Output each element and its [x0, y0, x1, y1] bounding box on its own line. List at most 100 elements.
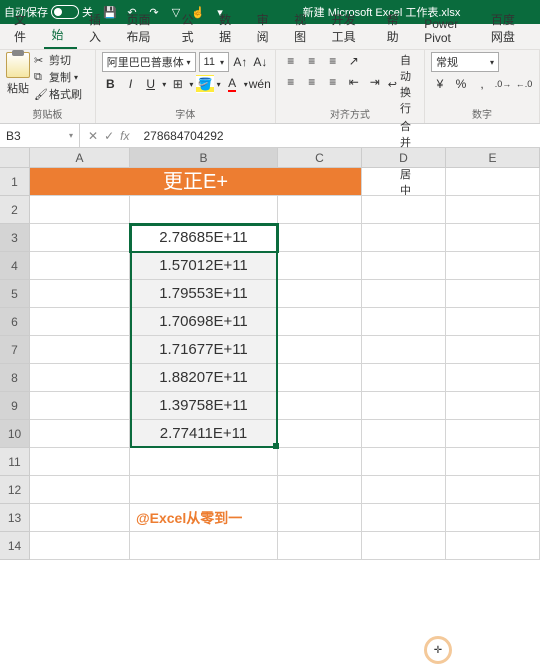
cell[interactable]: [446, 196, 540, 224]
underline-button[interactable]: U: [142, 75, 159, 93]
cell[interactable]: [362, 364, 446, 392]
col-header-d[interactable]: D: [362, 148, 446, 168]
tab-review[interactable]: 审阅: [249, 7, 283, 49]
italic-button[interactable]: I: [122, 75, 139, 93]
cell[interactable]: [446, 504, 540, 532]
row-header[interactable]: 14: [0, 532, 30, 560]
cell[interactable]: [446, 364, 540, 392]
cell[interactable]: [362, 420, 446, 448]
currency-button[interactable]: ¥: [431, 75, 449, 93]
align-center-button[interactable]: ≡: [303, 73, 321, 91]
cell[interactable]: [278, 224, 362, 252]
tab-file[interactable]: 文件: [6, 7, 40, 49]
tab-insert[interactable]: 插入: [81, 7, 115, 49]
cell[interactable]: [30, 336, 130, 364]
cell[interactable]: [278, 448, 362, 476]
cancel-icon[interactable]: ✕: [88, 129, 98, 143]
cell[interactable]: 2.77411E+11: [130, 420, 278, 448]
cell[interactable]: [446, 308, 540, 336]
cell[interactable]: [362, 532, 446, 560]
increase-font-button[interactable]: A↑: [232, 53, 249, 71]
row-header[interactable]: 11: [0, 448, 30, 476]
cell[interactable]: [278, 196, 362, 224]
col-header-e[interactable]: E: [446, 148, 540, 168]
cell[interactable]: [30, 252, 130, 280]
cell[interactable]: [30, 476, 130, 504]
cell[interactable]: [278, 420, 362, 448]
orientation-button[interactable]: ↗: [345, 52, 363, 70]
decrease-font-button[interactable]: A↓: [252, 53, 269, 71]
cut-button[interactable]: ✂剪切: [34, 52, 82, 68]
cell[interactable]: [446, 476, 540, 504]
cell[interactable]: [362, 392, 446, 420]
cell[interactable]: [362, 252, 446, 280]
tab-view[interactable]: 视图: [286, 7, 320, 49]
fill-color-button[interactable]: 🪣: [196, 75, 213, 93]
cell[interactable]: 1.71677E+11: [130, 336, 278, 364]
cell[interactable]: [278, 476, 362, 504]
phonetic-button[interactable]: wén: [251, 75, 269, 93]
cell[interactable]: [362, 196, 446, 224]
cell[interactable]: [278, 280, 362, 308]
col-header-a[interactable]: A: [30, 148, 130, 168]
increase-decimal-button[interactable]: .0→: [494, 75, 512, 93]
row-header[interactable]: 4: [0, 252, 30, 280]
row-header[interactable]: 2: [0, 196, 30, 224]
cell[interactable]: [130, 476, 278, 504]
cell[interactable]: [362, 280, 446, 308]
cell[interactable]: @Excel从零到一: [130, 504, 278, 532]
row-header[interactable]: 3: [0, 224, 30, 252]
row-header[interactable]: 12: [0, 476, 30, 504]
name-box[interactable]: B3▾: [0, 124, 80, 147]
cell[interactable]: [130, 448, 278, 476]
cell[interactable]: 1.39758E+11: [130, 392, 278, 420]
cell[interactable]: [130, 196, 278, 224]
cell[interactable]: [30, 448, 130, 476]
cell[interactable]: [446, 448, 540, 476]
number-format-combo[interactable]: 常规▾: [431, 52, 499, 72]
cell[interactable]: [362, 336, 446, 364]
select-all-corner[interactable]: [0, 148, 30, 168]
tab-data[interactable]: 数据: [211, 7, 245, 49]
cell[interactable]: [446, 532, 540, 560]
border-button[interactable]: ⊞: [169, 75, 186, 93]
cell[interactable]: [362, 168, 446, 196]
decrease-decimal-button[interactable]: ←.0: [515, 75, 533, 93]
align-right-button[interactable]: ≡: [324, 73, 342, 91]
cell[interactable]: [278, 308, 362, 336]
tab-baidu[interactable]: 百度网盘: [483, 7, 534, 49]
col-header-b[interactable]: B: [130, 148, 278, 168]
tab-powerpivot[interactable]: Power Pivot: [416, 13, 479, 49]
align-bottom-button[interactable]: ≡: [324, 52, 342, 70]
row-header[interactable]: 5: [0, 280, 30, 308]
cell[interactable]: 1.57012E+11: [130, 252, 278, 280]
paste-label[interactable]: 粘贴: [7, 80, 29, 96]
tab-formulas[interactable]: 公式: [174, 7, 208, 49]
cell[interactable]: [362, 308, 446, 336]
cell[interactable]: [362, 224, 446, 252]
row-header[interactable]: 6: [0, 308, 30, 336]
cell[interactable]: 1.79553E+11: [130, 280, 278, 308]
cell[interactable]: [30, 392, 130, 420]
row-header[interactable]: 13: [0, 504, 30, 532]
cell[interactable]: [446, 224, 540, 252]
cell[interactable]: [278, 252, 362, 280]
percent-button[interactable]: %: [452, 75, 470, 93]
fx-icon[interactable]: fx: [120, 129, 129, 143]
cell[interactable]: [362, 504, 446, 532]
cell[interactable]: [30, 364, 130, 392]
cell[interactable]: 2.78685E+11: [130, 224, 278, 252]
cell[interactable]: [30, 420, 130, 448]
cell[interactable]: [446, 392, 540, 420]
row-header[interactable]: 8: [0, 364, 30, 392]
chevron-down-icon[interactable]: ▾: [244, 80, 248, 89]
cell[interactable]: [30, 504, 130, 532]
tab-help[interactable]: 帮助: [379, 7, 413, 49]
comma-button[interactable]: ,: [473, 75, 491, 93]
spreadsheet-grid[interactable]: A B C D E 1更正E+232.78685E+1141.57012E+11…: [0, 148, 540, 560]
cell[interactable]: 1.88207E+11: [130, 364, 278, 392]
cell[interactable]: [278, 392, 362, 420]
cell[interactable]: [446, 420, 540, 448]
cell[interactable]: [446, 336, 540, 364]
tab-dev[interactable]: 开发工具: [324, 7, 375, 49]
